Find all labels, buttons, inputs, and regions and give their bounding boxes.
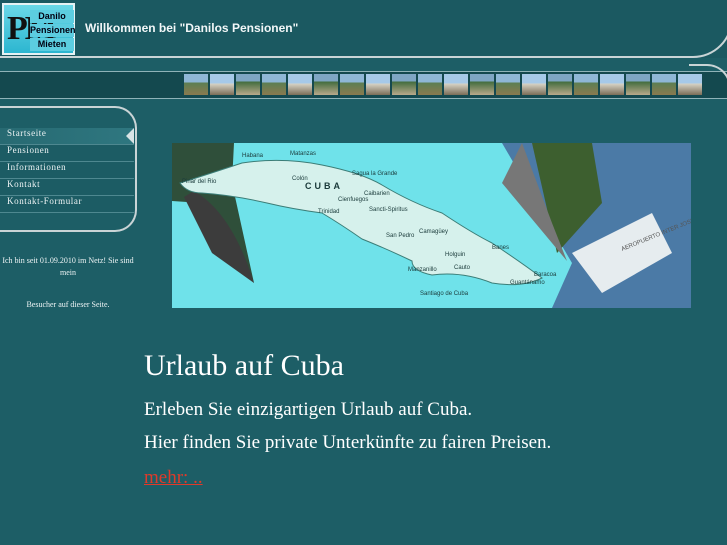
city-camaguey: Camagüey	[419, 229, 448, 235]
page-title: Willkommen bei "Danilos Pensionen"	[85, 21, 299, 35]
city-pinar: Pinar del Rio	[182, 179, 217, 185]
logo-word-3: Mieten	[30, 38, 74, 51]
cuba-map-graphic: Habana Matanzas Pinar del Rio Colón Sagu…	[172, 143, 691, 308]
city-matanzas: Matanzas	[290, 151, 316, 157]
city-guantanamo: Guantánamo	[510, 280, 545, 286]
city-cienfuegos: Cienfuegos	[338, 197, 368, 203]
photo-thumbnail[interactable]	[678, 74, 702, 95]
photo-thumbnail[interactable]	[522, 74, 546, 95]
city-habana: Habana	[242, 153, 264, 159]
header-divider	[0, 56, 690, 58]
photo-thumbnail[interactable]	[444, 74, 468, 95]
city-cauto: Cauto	[454, 265, 471, 271]
photo-thumbnail[interactable]	[652, 74, 676, 95]
logo-word-1: Danilo	[30, 10, 74, 23]
photo-thumbnail[interactable]	[392, 74, 416, 95]
menu-item-pensionen[interactable]: Pensionen	[0, 145, 134, 162]
city-banes: Banes	[492, 245, 509, 251]
main-menu: Startseite Pensionen Informationen Konta…	[0, 128, 134, 213]
more-link[interactable]: mehr: ..	[144, 467, 203, 489]
logo-word-2: Pensionen	[30, 24, 76, 37]
logo-words: Danilo Pensionen Mieten	[30, 10, 76, 52]
photo-thumbnail[interactable]	[210, 74, 234, 95]
city-baracoa: Baracoa	[534, 272, 557, 278]
cuba-map-banner: Habana Matanzas Pinar del Rio Colón Sagu…	[172, 143, 691, 308]
photo-thumbnail[interactable]	[236, 74, 260, 95]
photo-thumbnail[interactable]	[548, 74, 572, 95]
photo-thumbnail[interactable]	[418, 74, 442, 95]
photo-thumbnail[interactable]	[288, 74, 312, 95]
menu-item-kontakt[interactable]: Kontakt	[0, 179, 134, 196]
visitor-counter-text: Besucher auf dieser Seite.	[26, 300, 110, 309]
city-holguin: Holguin	[445, 252, 465, 258]
city-manzanillo: Manzanillo	[408, 267, 437, 273]
menu-item-informationen[interactable]: Informationen	[0, 162, 134, 179]
photo-thumbnail[interactable]	[340, 74, 364, 95]
photo-thumbnail[interactable]	[366, 74, 390, 95]
city-san-pedro: San Pedro	[386, 233, 415, 239]
photo-thumbnail[interactable]	[574, 74, 598, 95]
intro-line-1: Erleben Sie einzigartigen Urlaub auf Cub…	[144, 399, 473, 420]
photo-thumbnail[interactable]	[262, 74, 286, 95]
intro-line-2: Hier finden Sie private Unterkünfte zu f…	[144, 432, 552, 453]
photo-thumbnail[interactable]	[600, 74, 624, 95]
photo-thumbnail[interactable]	[314, 74, 338, 95]
city-sagua: Sagua la Grande	[352, 171, 398, 177]
menu-item-kontakt-formular[interactable]: Kontakt-Formular	[0, 196, 134, 213]
online-since-text: Ich bin seit 01.09.2010 im Netz! Sie sin…	[2, 256, 134, 277]
country-label: CUBA	[305, 181, 343, 191]
menu-item-startseite[interactable]: Startseite	[0, 128, 134, 145]
photo-thumbnail[interactable]	[496, 74, 520, 95]
city-trinidad: Trinidad	[318, 209, 339, 215]
logo[interactable]: PM Danilo Pensionen Mieten	[2, 3, 76, 55]
city-santiago: Santiago de Cuba	[420, 291, 469, 297]
city-sancti: Sancti-Spiritus	[369, 207, 408, 213]
photo-thumbnail[interactable]	[184, 74, 208, 95]
photo-thumbnail[interactable]	[470, 74, 494, 95]
photo-thumbnails	[184, 74, 702, 95]
photo-thumbnail[interactable]	[626, 74, 650, 95]
headline: Urlaub auf Cuba	[144, 349, 344, 382]
